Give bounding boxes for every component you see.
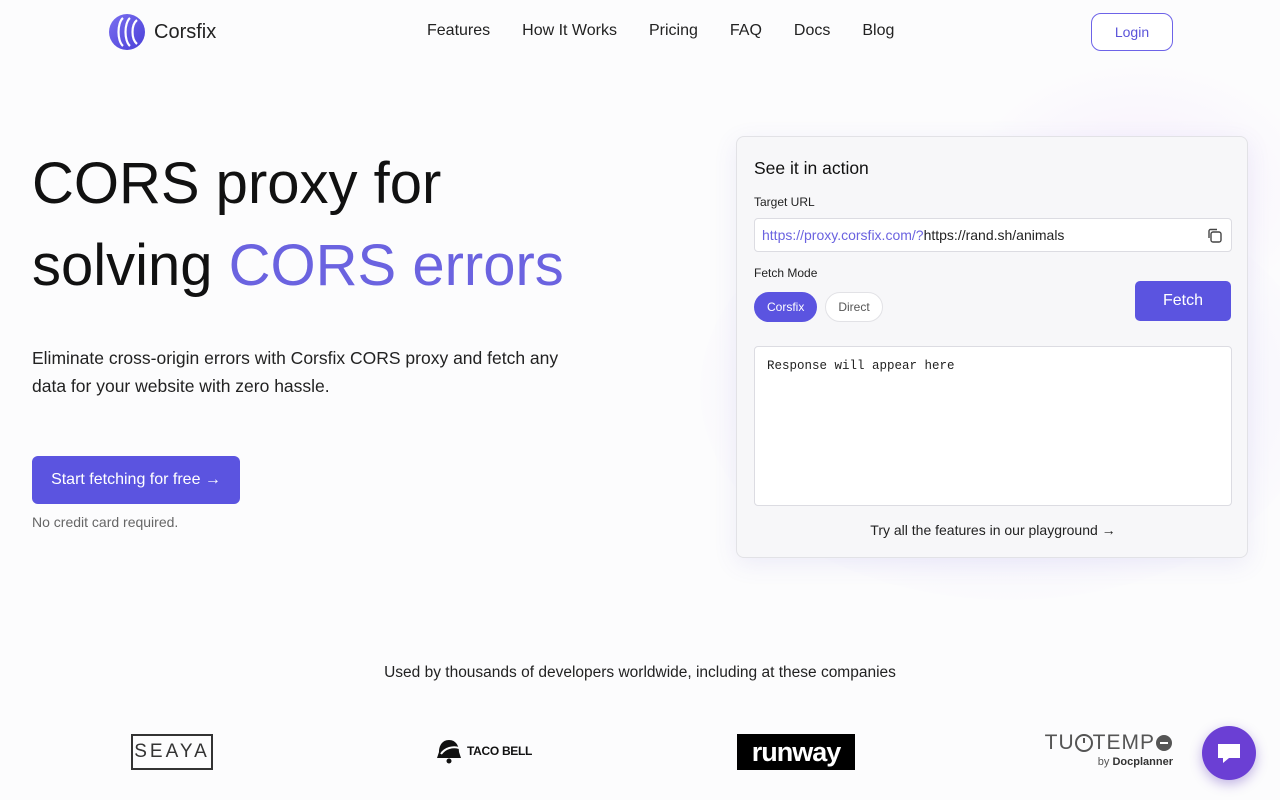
companies-title: Used by thousands of developers worldwid… xyxy=(384,664,896,681)
url-prefix: https://proxy.corsfix.com/? xyxy=(762,227,924,243)
login-button[interactable]: Login xyxy=(1091,13,1173,51)
tuotempo-by: by xyxy=(1097,756,1110,768)
hero-title: CORS proxy for solving CORS errors xyxy=(32,143,564,307)
fetch-mode-label: Fetch Mode xyxy=(754,266,818,280)
tuotempo-o2-icon xyxy=(1156,735,1172,751)
chat-button[interactable] xyxy=(1202,726,1256,780)
seaya-logo: SEAYA xyxy=(131,734,213,770)
nav-link-pricing[interactable]: Pricing xyxy=(649,22,698,40)
tacobell-bell-icon xyxy=(437,740,461,764)
demo-card: See it in action Target URL https://prox… xyxy=(736,136,1248,558)
corsfix-logo-icon xyxy=(109,14,145,50)
nav-links: Features How It Works Pricing FAQ Docs B… xyxy=(427,22,926,40)
tuotempo-byline: by Docplanner xyxy=(1042,756,1173,768)
tuotempo-right: TEMP xyxy=(1092,731,1155,754)
tacobell-text: TACO BELL xyxy=(467,744,533,758)
url-value: https://rand.sh/animals xyxy=(923,227,1065,243)
nav-link-faq[interactable]: FAQ xyxy=(730,22,762,40)
start-fetching-button[interactable]: Start fetching for free → xyxy=(32,456,240,504)
tacobell-logo: TACO BELL xyxy=(435,738,532,764)
nav-link-blog[interactable]: Blog xyxy=(862,22,894,40)
top-nav: Corsfix Features How It Works Pricing FA… xyxy=(0,0,1280,64)
brand-name: Corsfix xyxy=(154,20,217,43)
tuotempo-o-icon xyxy=(1074,734,1093,752)
runway-logo: runway xyxy=(737,734,855,770)
hero-subtitle: Eliminate cross-origin errors with Corsf… xyxy=(32,348,559,396)
nav-link-docs[interactable]: Docs xyxy=(794,22,830,40)
tuotempo-logo: TU TEMP by Docplanner xyxy=(1042,731,1173,768)
mode-direct-button[interactable]: Direct xyxy=(825,292,883,322)
copy-icon[interactable] xyxy=(1206,227,1223,244)
hero-title-line1: CORS proxy for xyxy=(32,151,442,216)
target-url-input[interactable]: https://proxy.corsfix.com/? https://rand.… xyxy=(754,218,1232,252)
fetch-mode-toggle: Corsfix Direct xyxy=(754,292,891,322)
chat-icon xyxy=(1218,744,1240,763)
tuotempo-wordmark: TU TEMP xyxy=(1042,731,1173,755)
target-url-label: Target URL xyxy=(754,195,815,209)
tuotempo-left: TU xyxy=(1044,731,1075,754)
mode-corsfix-button[interactable]: Corsfix xyxy=(754,292,818,322)
response-output: Response will appear here xyxy=(754,346,1232,506)
hero-title-accent: CORS errors xyxy=(228,233,564,298)
hero-title-line2: solving xyxy=(32,233,229,298)
fetch-button[interactable]: Fetch xyxy=(1135,281,1231,321)
cta-note: No credit card required. xyxy=(32,514,179,530)
tuotempo-by-brand: Docplanner xyxy=(1112,756,1173,768)
demo-title: See it in action xyxy=(754,158,869,178)
nav-link-features[interactable]: Features xyxy=(427,22,490,40)
brand[interactable]: Corsfix xyxy=(108,13,216,51)
playground-link[interactable]: Try all the features in our playground → xyxy=(737,522,1249,538)
nav-link-how-it-works[interactable]: How It Works xyxy=(522,22,617,40)
